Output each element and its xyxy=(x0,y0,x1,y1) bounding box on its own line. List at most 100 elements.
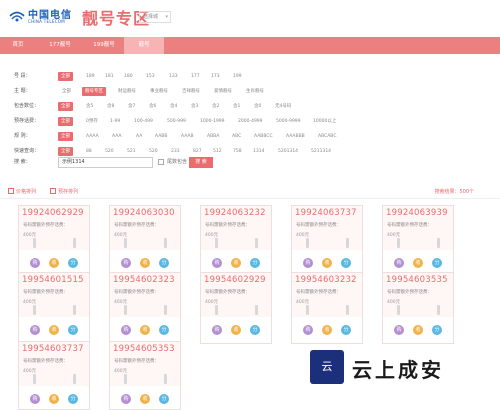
share-icon[interactable]: 分 xyxy=(68,258,78,268)
city-select[interactable]: 选择城 ▾ xyxy=(139,11,171,23)
share-icon[interactable]: 分 xyxy=(68,394,78,404)
favorite-icon[interactable]: 收 xyxy=(322,325,332,335)
share-icon[interactable]: 分 xyxy=(432,325,442,335)
number-card[interactable]: 19954602929 号码需额外预存话费： 400元购收分 xyxy=(200,272,272,344)
search-input[interactable]: 示例1314 xyxy=(58,157,153,168)
filter-chip[interactable]: AABB xyxy=(155,132,167,141)
favorite-icon[interactable]: 收 xyxy=(231,258,241,268)
favorite-icon[interactable]: 收 xyxy=(231,325,241,335)
filter-chip[interactable]: 5201314 xyxy=(278,147,298,156)
card-number[interactable]: 19924063939 xyxy=(386,208,448,218)
share-icon[interactable]: 分 xyxy=(250,258,260,268)
filter-chip[interactable]: 1314 xyxy=(253,147,264,156)
card-number[interactable]: 19954603737 xyxy=(22,344,84,354)
filter-chip[interactable]: AABBCC xyxy=(254,132,273,141)
card-number[interactable]: 19954601515 xyxy=(22,275,84,285)
number-card[interactable]: 19924063030 号码需额外预存话费： 400元购收分 xyxy=(109,205,181,277)
share-icon[interactable]: 分 xyxy=(68,325,78,335)
filter-chip[interactable]: 520 xyxy=(149,147,158,156)
sort-price-button[interactable]: 价格排列 xyxy=(8,187,36,197)
favorite-icon[interactable]: 收 xyxy=(49,325,59,335)
favorite-icon[interactable]: 收 xyxy=(49,394,59,404)
filter-chip[interactable]: 全部 xyxy=(58,147,73,156)
filter-chip[interactable]: 吉祥靓号 xyxy=(182,87,200,96)
filter-chip[interactable]: 758 xyxy=(233,147,242,156)
china-telecom-logo[interactable]: 中国电信 CHINA TELECOM xyxy=(8,6,71,28)
number-card[interactable]: 19954605353 号码需额外预存话费： 400元购收分 xyxy=(109,341,181,410)
card-number[interactable]: 19924063030 xyxy=(113,208,175,218)
filter-chip[interactable]: 500-999 xyxy=(167,117,186,126)
number-card[interactable]: 19924062929 号码需额外预存话费： 400元购收分 xyxy=(18,205,90,277)
filter-chip[interactable]: 全部 xyxy=(58,72,73,81)
filter-chip[interactable]: 100-499 xyxy=(134,117,153,126)
filter-chip[interactable]: 全部 xyxy=(58,132,73,141)
number-card[interactable]: 19954602323 号码需额外预存话费： 400元购收分 xyxy=(109,272,181,344)
buy-icon[interactable]: 购 xyxy=(30,394,40,404)
filter-chip[interactable]: 含0 xyxy=(254,102,261,111)
buy-icon[interactable]: 购 xyxy=(121,325,131,335)
filter-chip[interactable]: 无4号码 xyxy=(275,102,291,111)
filter-chip[interactable]: 含5 xyxy=(86,102,93,111)
favorite-icon[interactable]: 收 xyxy=(140,325,150,335)
filter-chip[interactable]: ABCABC xyxy=(318,132,336,141)
filter-chip[interactable]: 520 xyxy=(105,147,114,156)
favorite-icon[interactable]: 收 xyxy=(140,394,150,404)
number-card[interactable]: 19954603737 号码需额外预存话费： 400元购收分 xyxy=(18,341,90,410)
share-icon[interactable]: 分 xyxy=(341,258,351,268)
filter-chip[interactable]: 生肖靓号 xyxy=(246,87,264,96)
share-icon[interactable]: 分 xyxy=(432,258,442,268)
share-icon[interactable]: 分 xyxy=(159,394,169,404)
tab-177[interactable]: 177靓号 xyxy=(40,37,80,54)
number-card[interactable]: 19954601515 号码需额外预存话费： 400元购收分 xyxy=(18,272,90,344)
filter-chip[interactable]: 含4 xyxy=(170,102,177,111)
card-number[interactable]: 19924063232 xyxy=(204,208,266,218)
filter-chip[interactable]: AA xyxy=(136,132,142,141)
tab-home[interactable]: 首页 xyxy=(0,37,36,54)
buy-icon[interactable]: 购 xyxy=(30,325,40,335)
filter-chip[interactable]: 521 xyxy=(127,147,136,156)
filter-chip[interactable]: 173 xyxy=(211,72,220,81)
card-number[interactable]: 19954602323 xyxy=(113,275,175,285)
card-number[interactable]: 19954603232 xyxy=(295,275,357,285)
filter-chip[interactable]: 5000-9999 xyxy=(276,117,301,126)
filter-chip[interactable]: 827 xyxy=(193,147,202,156)
buy-icon[interactable]: 购 xyxy=(30,258,40,268)
buy-icon[interactable]: 购 xyxy=(121,258,131,268)
filter-chip[interactable]: 10000以上 xyxy=(313,117,336,126)
buy-icon[interactable]: 购 xyxy=(394,258,404,268)
card-number[interactable]: 19924063737 xyxy=(295,208,357,218)
filter-chip[interactable]: 含7 xyxy=(128,102,135,111)
buy-icon[interactable]: 购 xyxy=(394,325,404,335)
favorite-icon[interactable]: 收 xyxy=(49,258,59,268)
share-icon[interactable]: 分 xyxy=(159,258,169,268)
filter-chip[interactable]: 2000-4999 xyxy=(238,117,263,126)
filter-chip[interactable]: 0预存 xyxy=(86,117,98,126)
card-number[interactable]: 19954603535 xyxy=(386,275,448,285)
filter-chip[interactable]: 含3 xyxy=(191,102,198,111)
filter-chip[interactable]: 全部 xyxy=(62,87,71,96)
number-card[interactable]: 19924063232 号码需额外预存话费： 400元购收分 xyxy=(200,205,272,277)
filter-chip[interactable]: 153 xyxy=(146,72,155,81)
filter-chip[interactable]: 180 xyxy=(124,72,133,81)
filter-chip[interactable]: 133 xyxy=(169,72,178,81)
filter-chip[interactable]: 1000-1999 xyxy=(200,117,225,126)
sort-deposit-button[interactable]: 预存排列 xyxy=(50,187,78,197)
filter-chip[interactable]: 含1 xyxy=(233,102,240,111)
filter-chip[interactable]: 1-99 xyxy=(110,117,120,126)
card-number[interactable]: 19924062929 xyxy=(22,208,84,218)
tab-lianghao[interactable]: 靓号 xyxy=(124,37,164,54)
filter-chip[interactable]: 全部 xyxy=(58,102,73,111)
card-number[interactable]: 19954602929 xyxy=(204,275,266,285)
card-number[interactable]: 19954605353 xyxy=(113,344,175,354)
favorite-icon[interactable]: 收 xyxy=(140,258,150,268)
number-card[interactable]: 19924063939 号码需额外预存话费： 400元购收分 xyxy=(382,205,454,277)
buy-icon[interactable]: 购 xyxy=(212,258,222,268)
favorite-icon[interactable]: 收 xyxy=(413,258,423,268)
filter-chip[interactable]: 含6 xyxy=(149,102,156,111)
share-icon[interactable]: 分 xyxy=(341,325,351,335)
search-button[interactable]: 搜 索 xyxy=(189,157,213,168)
number-card[interactable]: 19954603535 号码需额外预存话费： 400元购收分 xyxy=(382,272,454,344)
filter-chip[interactable]: 88 xyxy=(86,147,92,156)
filter-chip[interactable]: 181 xyxy=(105,72,114,81)
filter-chip[interactable]: ABC xyxy=(232,132,241,141)
